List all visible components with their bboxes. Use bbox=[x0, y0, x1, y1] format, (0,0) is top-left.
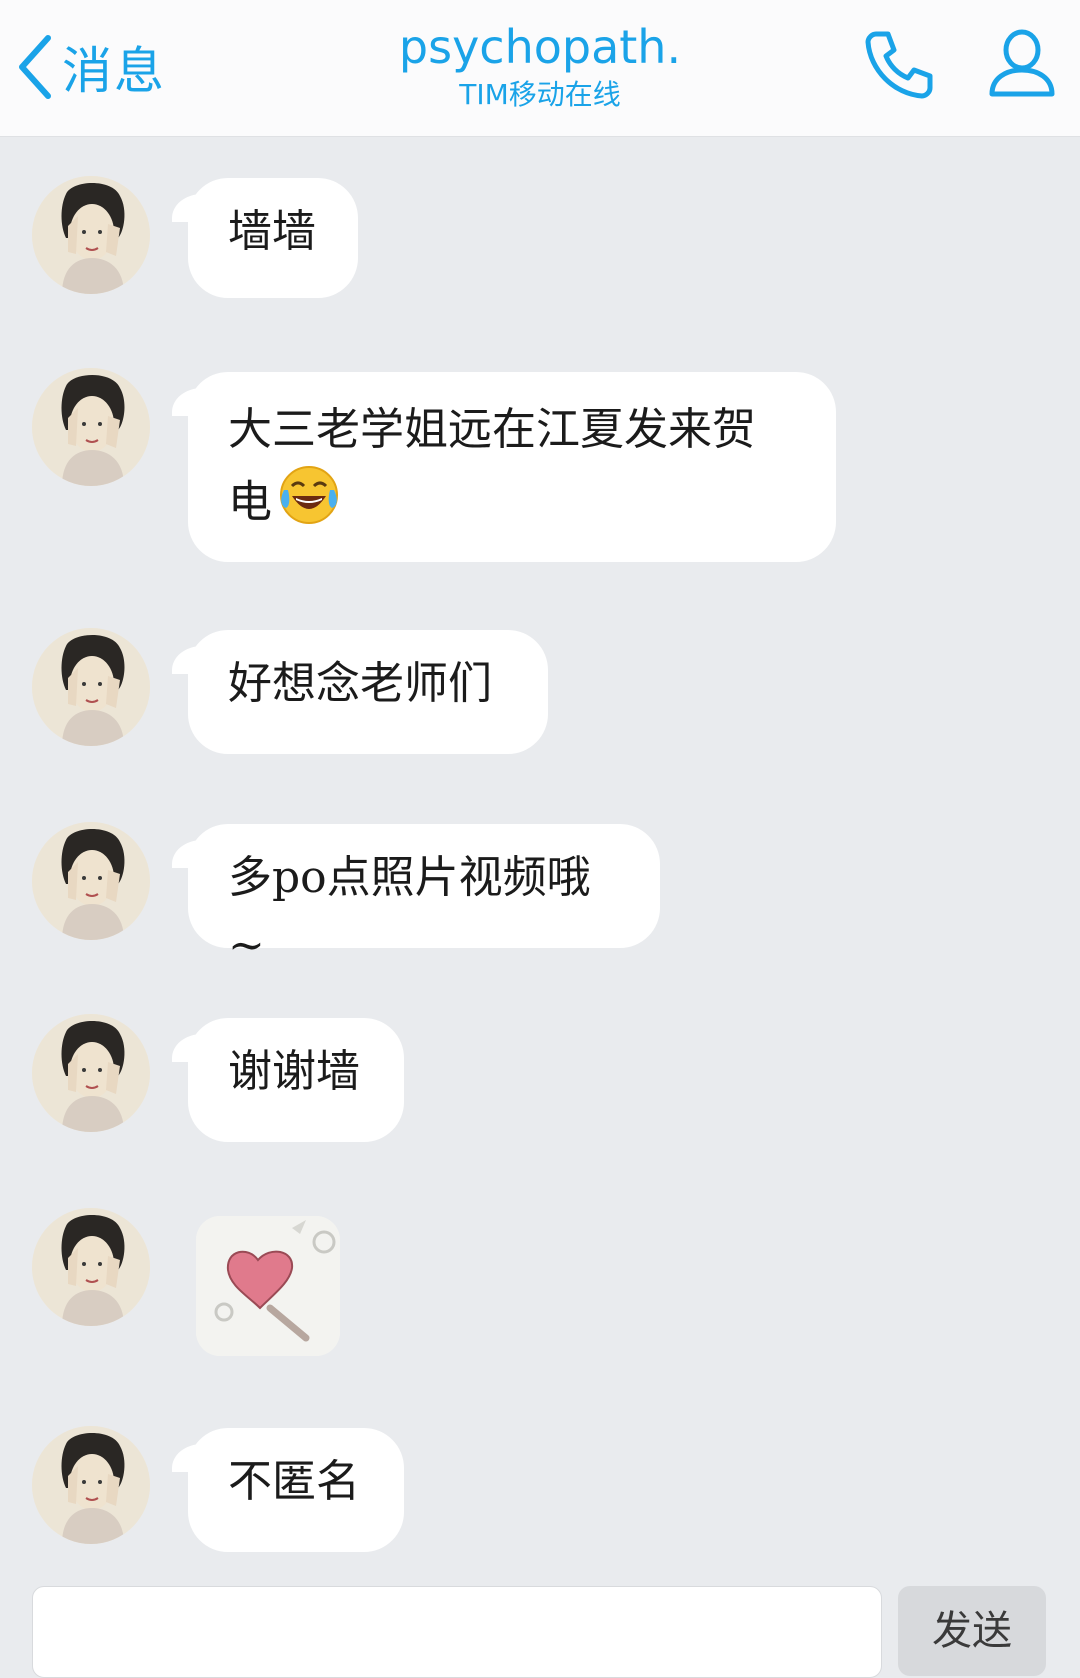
avatar-portrait-icon bbox=[32, 628, 150, 746]
avatar-portrait-icon bbox=[32, 822, 150, 940]
person-icon[interactable] bbox=[984, 26, 1060, 102]
avatar[interactable] bbox=[32, 1014, 150, 1132]
avatar-portrait-icon bbox=[32, 176, 150, 294]
message-bubble[interactable]: 墙墙 bbox=[172, 178, 358, 298]
contact-title[interactable]: psychopath. TIM移动在线 bbox=[340, 18, 740, 112]
message-bubble[interactable]: 大三老学姐远在江夏发来贺电 bbox=[172, 372, 836, 562]
message-input[interactable] bbox=[32, 1586, 882, 1678]
message-text: 不匿名 bbox=[228, 1456, 360, 1507]
avatar[interactable] bbox=[32, 1208, 150, 1326]
send-button[interactable]: 发送 bbox=[898, 1586, 1046, 1676]
avatar-portrait-icon bbox=[32, 1014, 150, 1132]
avatar[interactable] bbox=[32, 628, 150, 746]
heart-wand-sticker[interactable] bbox=[196, 1216, 340, 1356]
contact-name: psychopath. bbox=[398, 20, 682, 74]
avatar[interactable] bbox=[32, 368, 150, 486]
input-bar: 发送 bbox=[0, 1576, 1080, 1678]
message-text: 多po点照片视频哦~ bbox=[228, 852, 591, 971]
avatar[interactable] bbox=[32, 822, 150, 940]
heart-wand-icon bbox=[196, 1216, 340, 1356]
message-text: 谢谢墙 bbox=[228, 1046, 360, 1097]
message-bubble[interactable]: 好想念老师们 bbox=[172, 630, 548, 754]
message-bubble[interactable]: 多po点照片视频哦~ bbox=[172, 824, 660, 971]
message-text: 墙墙 bbox=[228, 206, 316, 257]
avatar-portrait-icon bbox=[32, 1426, 150, 1544]
chevron-left-icon bbox=[19, 35, 51, 99]
chat-header: 消息 psychopath. TIM移动在线 bbox=[0, 0, 1080, 137]
avatar[interactable] bbox=[32, 1426, 150, 1544]
back-button[interactable]: 消息 bbox=[14, 22, 166, 112]
avatar[interactable] bbox=[32, 176, 150, 294]
message-bubble[interactable]: 谢谢墙 bbox=[172, 1018, 404, 1142]
avatar-portrait-icon bbox=[32, 368, 150, 486]
phone-icon[interactable] bbox=[862, 26, 938, 102]
avatar-portrait-icon bbox=[32, 1208, 150, 1326]
face-with-tears-of-joy-icon bbox=[278, 464, 340, 546]
back-label: 消息 bbox=[62, 42, 166, 100]
contact-status: TIM移动在线 bbox=[459, 78, 621, 111]
message-text: 好想念老师们 bbox=[228, 658, 492, 709]
message-bubble[interactable]: 不匿名 bbox=[172, 1428, 404, 1552]
